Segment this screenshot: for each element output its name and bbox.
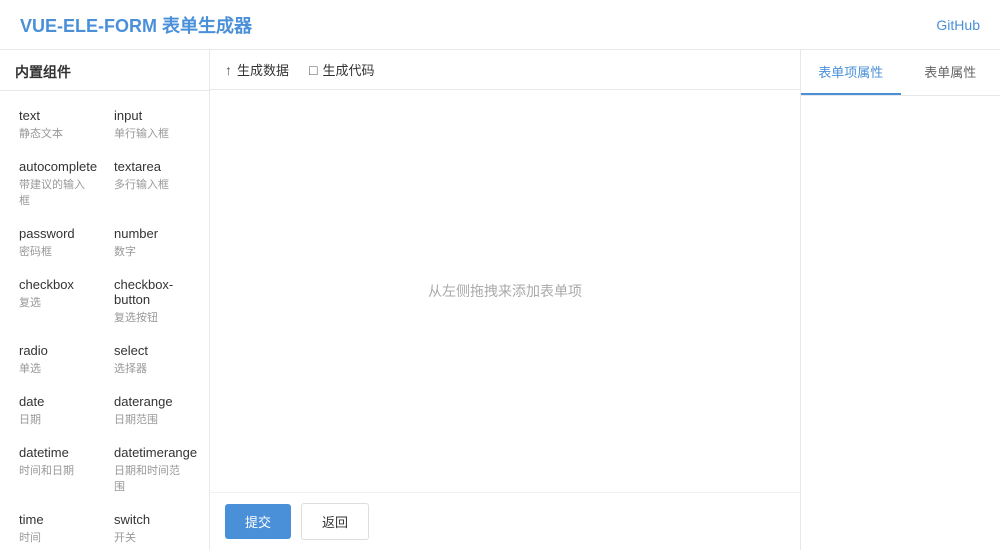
sidebar-item-desc: 带建议的输入框 bbox=[19, 176, 92, 208]
sidebar-item-name: checkbox-button bbox=[114, 277, 187, 307]
github-link[interactable]: GitHub bbox=[936, 17, 980, 33]
sidebar-item-name: input bbox=[114, 108, 187, 123]
sidebar-item-name: switch bbox=[114, 512, 187, 527]
sidebar-item-textarea[interactable]: textarea 多行输入框 bbox=[103, 150, 198, 217]
sidebar-item-desc: 复选按钮 bbox=[114, 309, 187, 325]
header: VUE-ELE-FORM 表单生成器 GitHub bbox=[0, 0, 1000, 50]
sidebar-item-datetime[interactable]: datetime 时间和日期 bbox=[8, 436, 103, 503]
sidebar-title: 内置组件 bbox=[0, 50, 209, 91]
sidebar-item-name: time bbox=[19, 512, 92, 527]
generate-code-button[interactable]: □ 生成代码 bbox=[309, 60, 374, 79]
canvas-hint: 从左侧拖拽来添加表单项 bbox=[428, 281, 582, 301]
form-canvas: 从左侧拖拽来添加表单项 bbox=[210, 90, 800, 492]
sidebar-items-container: text 静态文本 input 单行输入框 autocomplete 带建议的输入框 tex… bbox=[0, 91, 209, 550]
sidebar-item-desc: 静态文本 bbox=[19, 125, 92, 141]
sidebar-item-desc: 时间和日期 bbox=[19, 462, 92, 478]
right-panel: 表单项属性表单属性 bbox=[800, 50, 1000, 550]
sidebar-item-name: radio bbox=[19, 343, 92, 358]
form-actions: 提交 返回 bbox=[210, 492, 800, 550]
sidebar-item-name: textarea bbox=[114, 159, 187, 174]
sidebar-item-name: daterange bbox=[114, 394, 187, 409]
upload-icon: ↑ bbox=[225, 62, 232, 78]
sidebar-item-desc: 数字 bbox=[114, 243, 187, 259]
sidebar-item-switch[interactable]: switch 开关 bbox=[103, 503, 198, 550]
sidebar-item-name: datetime bbox=[19, 445, 92, 460]
sidebar-item-desc: 开关 bbox=[114, 529, 187, 545]
sidebar-item-desc: 日期 bbox=[19, 411, 92, 427]
sidebar-item-desc: 日期范围 bbox=[114, 411, 187, 427]
sidebar-item-select[interactable]: select 选择器 bbox=[103, 334, 198, 385]
sidebar-item-text[interactable]: text 静态文本 bbox=[8, 99, 103, 150]
sidebar-item-desc: 选择器 bbox=[114, 360, 187, 376]
sidebar-item-name: datetimerange bbox=[114, 445, 187, 460]
main-content: ↑ 生成数据 □ 生成代码 从左侧拖拽来添加表单项 提交 返回 bbox=[210, 50, 800, 550]
sidebar: 内置组件 text 静态文本 input 单行输入框 autocomplete 带建议的输… bbox=[0, 50, 210, 550]
sidebar-item-name: select bbox=[114, 343, 187, 358]
sidebar-item-radio[interactable]: radio 单选 bbox=[8, 334, 103, 385]
sidebar-item-desc: 时间 bbox=[19, 529, 92, 545]
sidebar-item-autocomplete[interactable]: autocomplete 带建议的输入框 bbox=[8, 150, 103, 217]
sidebar-item-password[interactable]: password 密码框 bbox=[8, 217, 103, 268]
sidebar-item-name: password bbox=[19, 226, 92, 241]
sidebar-item-date[interactable]: date 日期 bbox=[8, 385, 103, 436]
sidebar-item-desc: 复选 bbox=[19, 294, 92, 310]
right-tab-1[interactable]: 表单属性 bbox=[901, 50, 1000, 95]
toolbar: ↑ 生成数据 □ 生成代码 bbox=[210, 50, 800, 90]
right-tabs: 表单项属性表单属性 bbox=[801, 50, 1000, 96]
sidebar-item-checkbox[interactable]: checkbox 复选 bbox=[8, 268, 103, 334]
app-title: VUE-ELE-FORM 表单生成器 bbox=[20, 12, 252, 38]
generate-data-button[interactable]: ↑ 生成数据 bbox=[225, 60, 289, 79]
sidebar-item-name: autocomplete bbox=[19, 159, 92, 174]
sidebar-item-input[interactable]: input 单行输入框 bbox=[103, 99, 198, 150]
sidebar-item-name: checkbox bbox=[19, 277, 92, 292]
sidebar-item-desc: 密码框 bbox=[19, 243, 92, 259]
code-icon: □ bbox=[309, 62, 317, 78]
sidebar-item-time[interactable]: time 时间 bbox=[8, 503, 103, 550]
return-button[interactable]: 返回 bbox=[301, 503, 369, 540]
right-tab-0[interactable]: 表单项属性 bbox=[801, 50, 901, 95]
sidebar-item-daterange[interactable]: daterange 日期范围 bbox=[103, 385, 198, 436]
generate-data-label: 生成数据 bbox=[237, 60, 289, 79]
sidebar-item-desc: 多行输入框 bbox=[114, 176, 187, 192]
sidebar-item-datetimerange[interactable]: datetimerange 日期和时间范围 bbox=[103, 436, 198, 503]
generate-code-label: 生成代码 bbox=[322, 60, 374, 79]
sidebar-item-checkbox-button[interactable]: checkbox-button 复选按钮 bbox=[103, 268, 198, 334]
sidebar-item-name: text bbox=[19, 108, 92, 123]
sidebar-item-name: number bbox=[114, 226, 187, 241]
submit-button[interactable]: 提交 bbox=[225, 504, 291, 539]
sidebar-item-desc: 单行输入框 bbox=[114, 125, 187, 141]
sidebar-item-name: date bbox=[19, 394, 92, 409]
sidebar-item-desc: 日期和时间范围 bbox=[114, 462, 187, 494]
main-layout: 内置组件 text 静态文本 input 单行输入框 autocomplete 带建议的输… bbox=[0, 50, 1000, 550]
sidebar-item-desc: 单选 bbox=[19, 360, 92, 376]
sidebar-item-number[interactable]: number 数字 bbox=[103, 217, 198, 268]
